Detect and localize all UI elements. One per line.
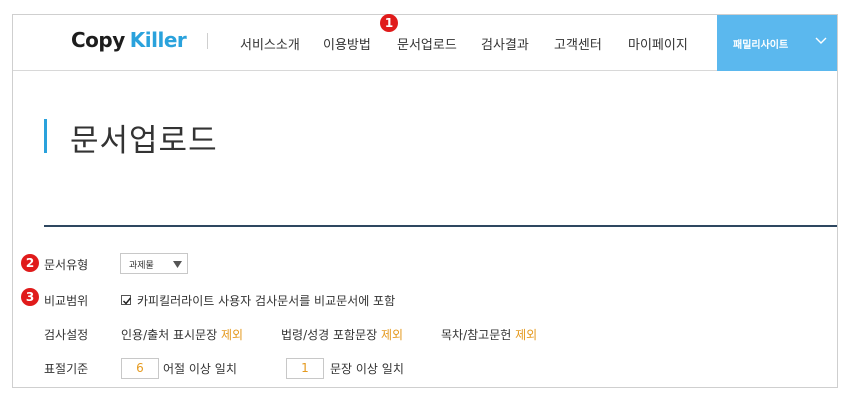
include-lite-docs-text: 카피킬러라이트 사용자 검사문서를 비교문서에 포함: [137, 294, 396, 308]
title-accent-bar: [44, 119, 47, 153]
setting-toc-text: 목차/참고문헌: [441, 328, 512, 342]
sentence-count-input[interactable]: 1: [286, 358, 324, 379]
setting-law-action: 제외: [381, 328, 404, 342]
checkmark-icon: [122, 297, 132, 305]
setting-law-text: 법령/성경 포함문장: [281, 328, 378, 342]
setting-toc-references[interactable]: 목차/참고문헌 제외: [441, 326, 537, 343]
dropdown-arrow-icon: [173, 261, 182, 268]
logo-killer-text: Killer: [129, 28, 187, 52]
nav-check-results[interactable]: 검사결과: [481, 34, 529, 53]
step-badge-1: 1: [380, 14, 398, 32]
chevron-down-icon: [815, 37, 827, 44]
nav-document-upload[interactable]: 문서업로드: [397, 34, 457, 53]
word-count-input[interactable]: 6: [121, 358, 159, 379]
setting-law-scripture[interactable]: 법령/성경 포함문장 제외: [281, 326, 403, 343]
step-badge-3: 3: [21, 288, 39, 306]
setting-citation-text: 인용/출처 표시문장: [121, 328, 218, 342]
page-title: 문서업로드: [70, 123, 218, 159]
doc-type-select[interactable]: 과제물: [120, 253, 188, 274]
nav-how-to-use[interactable]: 이용방법: [323, 34, 371, 53]
setting-citation-action: 제외: [221, 328, 244, 342]
compare-range-label: 비교범위: [44, 294, 89, 308]
include-lite-docs-checkbox[interactable]: [121, 295, 132, 305]
doc-type-value: 과제물: [129, 261, 154, 271]
doc-type-label: 문서유형: [44, 258, 89, 272]
nav-service-intro[interactable]: 서비스소개: [240, 34, 300, 53]
step-badge-2: 2: [21, 254, 39, 272]
check-settings-label: 검사설정: [44, 328, 89, 342]
copykiller-logo[interactable]: Copy Killer: [71, 25, 187, 55]
header-divider: [207, 33, 208, 49]
family-site-dropdown[interactable]: 패밀리사이트: [717, 15, 837, 71]
nav-my-page[interactable]: 마이페이지: [628, 34, 688, 53]
word-count-suffix: 어절 이상 일치: [163, 362, 237, 376]
logo-copy-text: Copy: [71, 28, 125, 52]
setting-citation[interactable]: 인용/출처 표시문장 제외: [121, 326, 243, 343]
nav-customer-center[interactable]: 고객센터: [554, 34, 602, 53]
main-frame: Copy Killer 서비스소개 이용방법 문서업로드 검사결과 고객센터 마…: [12, 14, 838, 388]
setting-toc-action: 제외: [515, 328, 538, 342]
sentence-count-suffix: 문장 이상 일치: [330, 362, 404, 376]
title-divider: [44, 225, 837, 227]
site-header: Copy Killer 서비스소개 이용방법 문서업로드 검사결과 고객센터 마…: [13, 15, 837, 71]
plagiarism-criteria-label: 표절기준: [44, 362, 89, 376]
family-site-label: 패밀리사이트: [733, 40, 789, 51]
